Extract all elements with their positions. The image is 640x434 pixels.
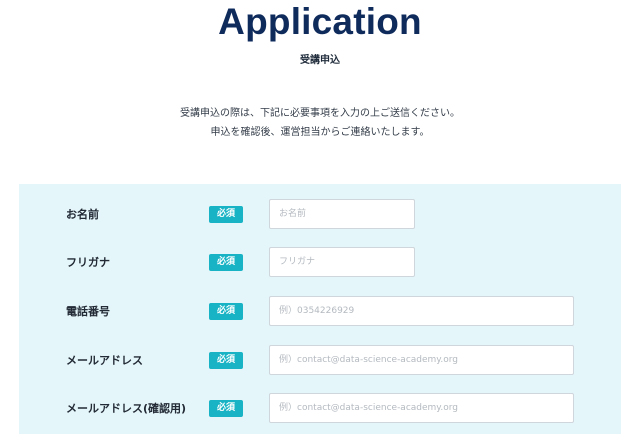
- phone-input[interactable]: [269, 296, 574, 326]
- form-row-email-confirm: メールアドレス(確認用) 必須: [19, 393, 621, 425]
- form-row-furigana: フリガナ 必須: [19, 247, 621, 279]
- required-badge: 必須: [209, 303, 243, 320]
- intro-text: 受講申込の際は、下記に必要事項を入力の上ご送信ください。 申込を確認後、運営担当…: [0, 104, 640, 142]
- email-label: メールアドレス: [66, 354, 143, 367]
- required-badge: 必須: [209, 254, 243, 271]
- application-page: Application 受講申込 受講申込の際は、下記に必要事項を入力の上ご送信…: [0, 0, 640, 434]
- required-badge: 必須: [209, 352, 243, 369]
- phone-label: 電話番号: [66, 305, 110, 318]
- application-form: お名前 必須 フリガナ 必須 電話番号 必須 メールアドレス 必須 メールアドレ…: [19, 184, 621, 434]
- page-title: Application: [218, 1, 422, 42]
- required-badge: 必須: [209, 206, 243, 223]
- name-label: お名前: [66, 208, 99, 221]
- required-badge: 必須: [209, 400, 243, 417]
- intro-line-1: 受講申込の際は、下記に必要事項を入力の上ご送信ください。: [180, 108, 460, 119]
- furigana-label: フリガナ: [66, 256, 110, 269]
- intro-line-2: 申込を確認後、運営担当からご連絡いたします。: [210, 127, 430, 138]
- page-subtitle: 受講申込: [300, 55, 340, 66]
- form-row-email: メールアドレス 必須: [19, 345, 621, 377]
- email-input[interactable]: [269, 345, 574, 375]
- email-confirm-label: メールアドレス(確認用): [66, 402, 187, 415]
- furigana-input[interactable]: [269, 247, 415, 277]
- form-row-phone: 電話番号 必須: [19, 296, 621, 328]
- email-confirm-input[interactable]: [269, 393, 574, 423]
- name-input[interactable]: [269, 199, 415, 229]
- form-row-name: お名前 必須: [19, 199, 621, 231]
